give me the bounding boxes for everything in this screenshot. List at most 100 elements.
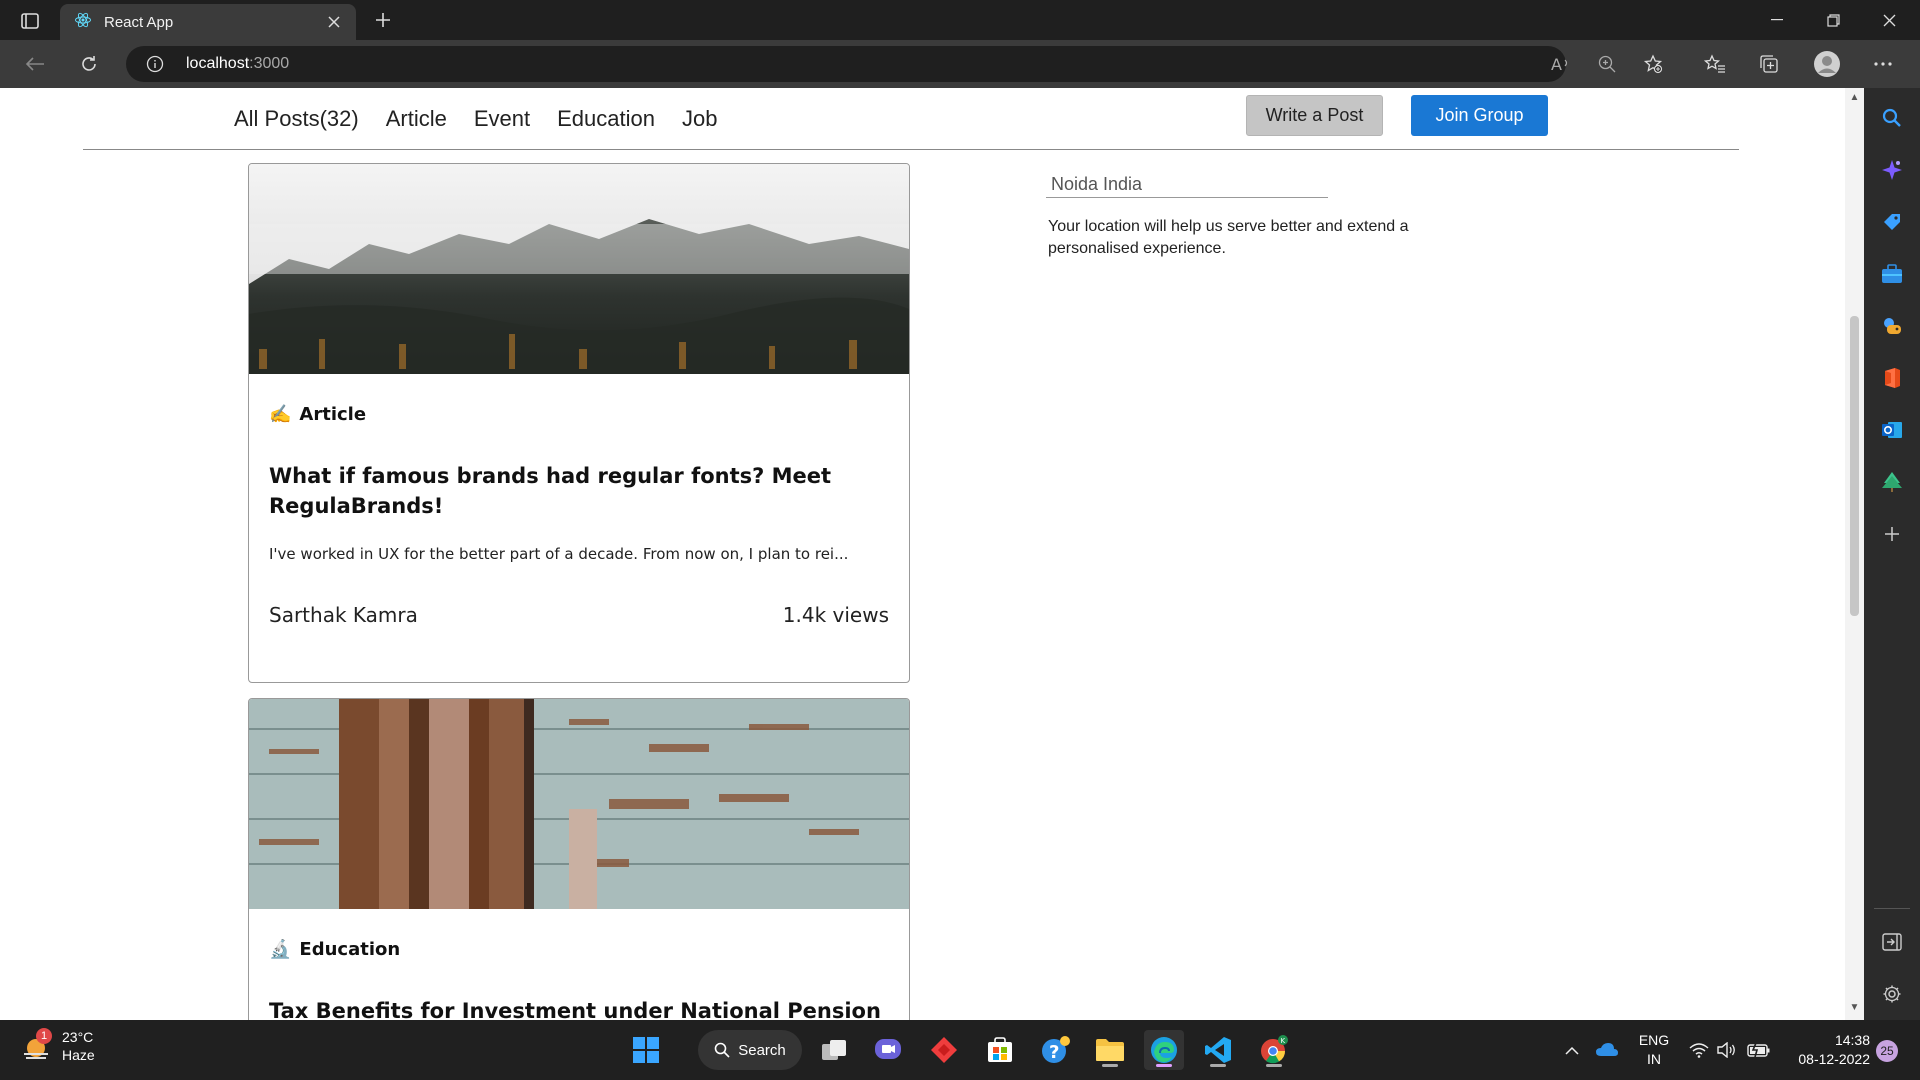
task-view-icon[interactable] — [814, 1030, 854, 1070]
edge-sidebar — [1864, 88, 1920, 1020]
category-label: Education — [299, 939, 401, 960]
site-info-icon[interactable] — [140, 50, 170, 78]
refresh-icon[interactable] — [72, 48, 106, 80]
nav-article[interactable]: Article — [386, 106, 447, 132]
profile-avatar-icon[interactable] — [1810, 48, 1844, 80]
new-tab-icon[interactable] — [368, 6, 398, 34]
volume-icon[interactable] — [1714, 1030, 1740, 1070]
battery-icon[interactable] — [1744, 1030, 1774, 1070]
favorites-icon[interactable] — [1698, 48, 1732, 80]
notification-badge[interactable]: 25 — [1876, 1040, 1898, 1062]
windows-taskbar: 1 23°C Haze Search ? K ENG IN 14:38 08-1… — [0, 1020, 1920, 1080]
nav-education[interactable]: Education — [557, 106, 655, 132]
file-explorer-icon[interactable] — [1090, 1030, 1130, 1070]
hide-sidebar-icon[interactable] — [1876, 926, 1908, 958]
post-excerpt: I've worked in UX for the better part of… — [269, 545, 849, 563]
location-input[interactable]: Noida India — [1046, 170, 1328, 198]
weather-sun-icon: 1 — [20, 1028, 52, 1062]
write-post-button[interactable]: Write a Post — [1246, 95, 1383, 136]
tab-title: React App — [104, 13, 174, 31]
category-nav: All Posts(32) Article Event Education Jo… — [234, 106, 717, 132]
nav-event[interactable]: Event — [474, 106, 530, 132]
scroll-thumb[interactable] — [1850, 316, 1859, 616]
nav-all-posts[interactable]: All Posts(32) — [234, 106, 359, 132]
post-card[interactable]: 🔬 Education Tax Benefits for Investment … — [248, 698, 910, 1020]
tab-actions-icon[interactable] — [14, 8, 46, 34]
post-category: ✍️ Article — [269, 404, 889, 425]
read-aloud-icon[interactable]: A — [1546, 50, 1576, 78]
tab-close-icon[interactable] — [324, 12, 344, 32]
url-text: localhost:3000 — [186, 55, 290, 72]
windows-start-icon[interactable] — [626, 1030, 666, 1070]
taskbar-search-button[interactable]: Search — [698, 1030, 802, 1070]
onedrive-icon[interactable] — [1592, 1030, 1622, 1070]
page-content: All Posts(32) Article Event Education Jo… — [0, 88, 1845, 1020]
post-title[interactable]: What if famous brands had regular fonts?… — [269, 461, 889, 521]
svg-text:K: K — [1281, 1037, 1286, 1045]
header-divider — [83, 149, 1739, 150]
edge-browser-icon[interactable] — [1144, 1030, 1184, 1070]
running-indicator — [1102, 1064, 1118, 1067]
office-icon[interactable] — [1876, 362, 1908, 394]
post-card[interactable]: ✍️ Article What if famous brands had reg… — [248, 163, 910, 683]
browser-tab[interactable]: React App — [60, 4, 356, 40]
taskbar-search-label: Search — [738, 1041, 786, 1059]
address-bar[interactable]: localhost:3000 A — [126, 46, 1663, 82]
running-indicator — [1210, 1064, 1226, 1067]
zoom-icon[interactable] — [1592, 50, 1622, 78]
teams-chat-icon[interactable] — [868, 1030, 908, 1070]
shopping-tag-icon[interactable] — [1876, 206, 1908, 238]
browser-toolbar: localhost:3000 A — [0, 40, 1920, 88]
search-icon[interactable] — [1876, 102, 1908, 134]
clock[interactable]: 14:38 08-12-2022 — [1780, 1031, 1870, 1069]
restore-icon[interactable] — [1810, 0, 1856, 40]
outlook-icon[interactable] — [1876, 414, 1908, 446]
scroll-down-icon[interactable]: ▼ — [1849, 1002, 1860, 1013]
sidebar-divider — [1874, 908, 1910, 909]
language-indicator[interactable]: ENG IN — [1634, 1031, 1674, 1069]
temperature: 23°C — [62, 1029, 94, 1045]
microscope-icon: 🔬 — [269, 939, 292, 960]
nav-job[interactable]: Job — [682, 106, 717, 132]
show-hidden-icons-chevron-icon[interactable] — [1560, 1030, 1584, 1070]
wifi-icon[interactable] — [1686, 1030, 1712, 1070]
collections-icon[interactable] — [1752, 48, 1786, 80]
weather-alert-badge: 1 — [36, 1028, 52, 1044]
post-title[interactable]: Tax Benefits for Investment under Nation… — [269, 996, 889, 1020]
weather-widget[interactable]: 1 23°C Haze — [20, 1028, 95, 1064]
clock-date: 08-12-2022 — [1798, 1051, 1870, 1067]
scroll-up-icon[interactable]: ▲ — [1849, 92, 1860, 103]
post-image-forest — [249, 164, 909, 374]
copilot-sparkle-icon[interactable] — [1876, 154, 1908, 186]
svg-text:?: ? — [1049, 1042, 1059, 1063]
weather-condition: Haze — [62, 1047, 95, 1063]
chrome-icon[interactable]: K — [1254, 1030, 1294, 1070]
page-scrollbar[interactable]: ▲ ▼ — [1845, 88, 1864, 1020]
writing-hand-icon: ✍️ — [269, 404, 292, 425]
vscode-icon[interactable] — [1198, 1030, 1238, 1070]
anydesk-icon[interactable] — [924, 1030, 964, 1070]
microsoft-store-icon[interactable] — [980, 1030, 1020, 1070]
join-group-button[interactable]: Join Group — [1411, 95, 1548, 136]
react-logo-icon — [74, 11, 92, 34]
close-window-icon[interactable] — [1866, 0, 1912, 40]
drop-tree-icon[interactable] — [1876, 466, 1908, 498]
games-icon[interactable] — [1876, 310, 1908, 342]
location-note: Your location will help us serve better … — [1048, 218, 1409, 257]
search-icon — [714, 1042, 730, 1058]
settings-gear-icon[interactable] — [1876, 978, 1908, 1010]
add-sidebar-app-icon[interactable] — [1876, 518, 1908, 550]
get-help-icon[interactable]: ? — [1036, 1030, 1076, 1070]
browser-title-bar: React App — [0, 0, 1920, 40]
post-author: Sarthak Kamra — [269, 603, 418, 627]
post-views: 1.4k views — [782, 603, 889, 627]
svg-text:A: A — [1551, 55, 1562, 73]
active-indicator — [1156, 1064, 1172, 1067]
add-favorite-icon[interactable] — [1638, 50, 1668, 78]
minimize-icon[interactable] — [1754, 0, 1800, 40]
back-icon[interactable] — [18, 48, 52, 80]
running-indicator — [1266, 1064, 1282, 1067]
tools-briefcase-icon[interactable] — [1876, 258, 1908, 290]
more-options-icon[interactable] — [1866, 48, 1900, 80]
post-image-weathered-wall — [249, 699, 909, 909]
